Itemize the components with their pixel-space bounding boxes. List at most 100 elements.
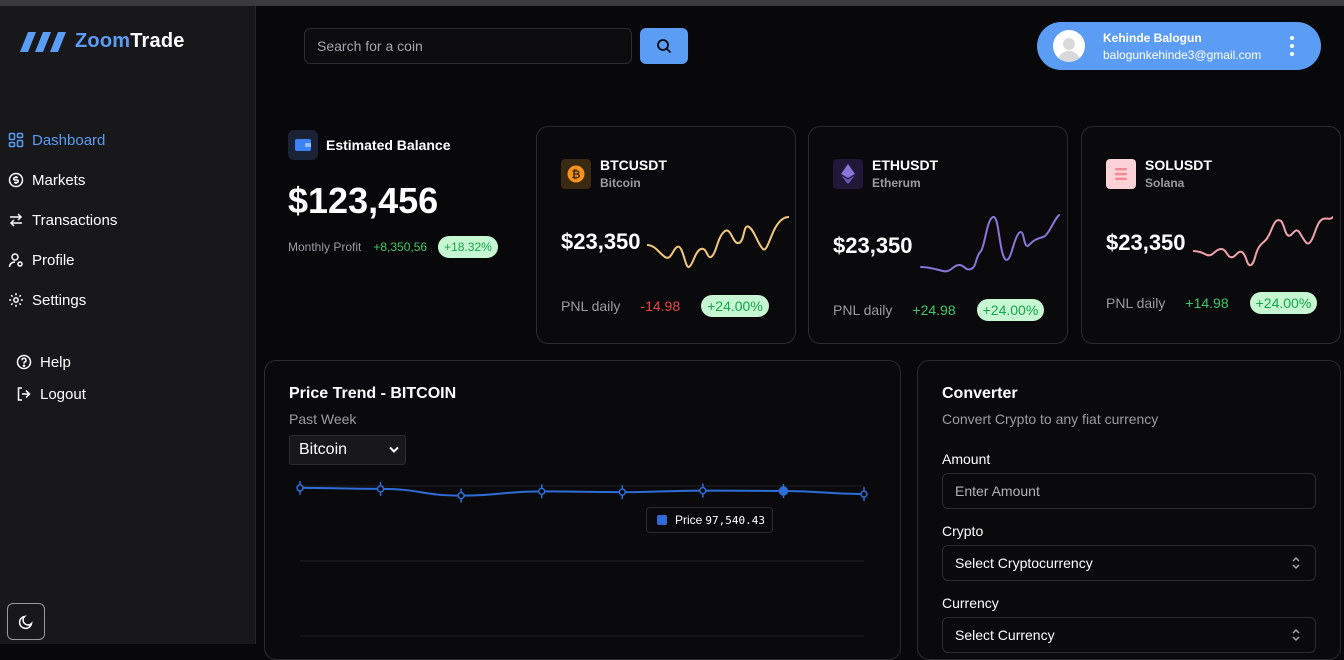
coin-price: $23,350 xyxy=(561,229,641,254)
more-options-icon[interactable] xyxy=(1283,36,1301,56)
main-nav: Dashboard Markets Transactions Profile S… xyxy=(0,120,255,320)
balance-amount: $123,456 xyxy=(288,180,439,221)
coin-card-btc[interactable]: ₿ BTCUSDT Bitcoin $23,350 PNL daily -14.… xyxy=(536,126,796,344)
help-icon xyxy=(16,354,32,370)
amount-field[interactable]: Enter Amount xyxy=(942,473,1316,509)
user-profile-chip[interactable]: Kehinde Balogun balogunkehinde3@gmail.co… xyxy=(1037,22,1321,70)
coin-card-sol[interactable]: SOLUSDT Solana $23,350 PNL daily +14.98 … xyxy=(1081,126,1341,344)
converter-title: Converter xyxy=(942,385,1018,402)
sidebar-item-label: Dashboard xyxy=(32,131,106,149)
ethereum-icon xyxy=(833,158,863,189)
coin-symbol: BTCUSDT xyxy=(600,157,667,173)
amount-placeholder: Enter Amount xyxy=(955,483,1040,499)
sidebar-item-label: Help xyxy=(40,353,71,371)
gear-icon xyxy=(9,293,23,307)
coin-name: Bitcoin xyxy=(600,176,641,190)
price-trend-subtitle: Past Week xyxy=(289,411,357,427)
bitcoin-icon: ₿ xyxy=(561,158,591,189)
pnl-value: +24.98 xyxy=(912,302,956,318)
solana-icon xyxy=(1106,158,1136,189)
btc-sparkline xyxy=(647,216,789,269)
pnl-badge: +24.00% xyxy=(701,295,769,317)
price-point[interactable] xyxy=(860,487,868,502)
sidebar-item-transactions[interactable]: Transactions xyxy=(0,200,255,240)
sidebar-item-label: Markets xyxy=(32,171,86,189)
pnl-label: PNL daily xyxy=(833,302,893,318)
user-email: balogunkehinde3@gmail.com xyxy=(1103,47,1262,62)
sidebar-item-logout[interactable]: Logout xyxy=(0,378,255,410)
currency-label: Currency xyxy=(942,595,999,611)
user-name: Kehinde Balogun xyxy=(1103,30,1202,45)
currency-select[interactable]: Select Currency xyxy=(942,617,1316,653)
search-button[interactable] xyxy=(640,28,688,64)
coin-name: Etherum xyxy=(872,176,921,190)
tooltip-swatch xyxy=(657,515,667,525)
sidebar-item-label: Logout xyxy=(40,385,86,403)
monthly-profit-label: Monthly Profit xyxy=(288,240,362,254)
sol-sparkline xyxy=(1193,216,1333,267)
crypto-select-value: Select Cryptocurrency xyxy=(955,555,1093,571)
brand-logo[interactable]: ZoomTrade xyxy=(20,30,185,53)
pnl-badge: +24.00% xyxy=(976,299,1045,321)
theme-toggle-button[interactable] xyxy=(7,603,45,640)
sidebar-item-help[interactable]: Help xyxy=(0,346,255,378)
secondary-nav: Help Logout xyxy=(0,346,255,410)
pnl-badge: +24.00% xyxy=(1249,292,1318,314)
user-icon xyxy=(8,253,23,268)
chevron-updown-icon xyxy=(1292,556,1300,570)
chevron-down-icon xyxy=(389,446,399,453)
monthly-profit-badge: +18.32% xyxy=(438,236,498,258)
pnl-label: PNL daily xyxy=(1106,295,1166,311)
logout-icon xyxy=(17,387,31,401)
sidebar-item-dashboard[interactable]: Dashboard xyxy=(0,120,255,160)
user-avatar-icon xyxy=(1058,38,1080,62)
price-trend-title: Price Trend - BITCOIN xyxy=(289,385,457,402)
logo-stripes-icon xyxy=(20,31,66,52)
sidebar-item-settings[interactable]: Settings xyxy=(0,280,255,320)
currency-select-value: Select Currency xyxy=(955,627,1055,643)
crypto-label: Crypto xyxy=(942,523,984,539)
dashboard-icon xyxy=(8,132,24,148)
converter-subtitle: Convert Crypto to any fiat currency xyxy=(942,411,1159,427)
crypto-select[interactable]: Select Cryptocurrency xyxy=(942,545,1316,581)
avatar xyxy=(1053,30,1085,62)
coin-name: Solana xyxy=(1145,176,1185,190)
coin-select-value: Bitcoin xyxy=(299,441,348,458)
dollar-circle-icon xyxy=(8,172,24,188)
coin-symbol: SOLUSDT xyxy=(1145,157,1212,173)
sidebar-item-label: Settings xyxy=(32,291,87,309)
brand-name: ZoomTrade xyxy=(75,30,185,52)
balance-summary: Estimated Balance $123,456 Monthly Profi… xyxy=(288,130,518,258)
price-point[interactable] xyxy=(296,480,304,495)
arrows-icon xyxy=(9,213,23,227)
pnl-value: -14.98 xyxy=(640,298,681,314)
coin-price: $23,350 xyxy=(833,233,913,258)
pnl-value: +14.98 xyxy=(1185,295,1229,311)
price-point[interactable] xyxy=(376,481,385,496)
coin-card-eth[interactable]: ETHUSDT Etherum $23,350 PNL daily +24.98… xyxy=(808,126,1068,344)
price-trend-chart[interactable] xyxy=(280,470,880,644)
balance-title: Estimated Balance xyxy=(326,137,451,153)
sidebar-item-label: Transactions xyxy=(32,211,118,229)
sidebar-item-profile[interactable]: Profile xyxy=(0,240,255,280)
coin-symbol: ETHUSDT xyxy=(872,157,939,173)
eth-sparkline xyxy=(920,214,1060,273)
amount-label: Amount xyxy=(942,451,991,467)
chart-tooltip: Price 97,540.43 xyxy=(646,507,773,533)
converter-panel: Converter Convert Crypto to any fiat cur… xyxy=(917,360,1341,660)
price-point[interactable] xyxy=(618,485,627,500)
search-input[interactable] xyxy=(304,28,632,64)
coin-price: $23,350 xyxy=(1106,230,1186,255)
chevron-updown-icon xyxy=(1292,628,1300,642)
pnl-label: PNL daily xyxy=(561,298,621,314)
tooltip-value: 97,540.43 xyxy=(705,513,765,527)
sidebar-item-label: Profile xyxy=(32,251,75,269)
coin-select[interactable]: Bitcoin xyxy=(289,435,406,465)
sidebar-item-markets[interactable]: Markets xyxy=(0,160,255,200)
tooltip-label: Price xyxy=(675,513,703,527)
moon-icon xyxy=(18,614,33,629)
svg-text:₿: ₿ xyxy=(572,168,581,181)
search-icon xyxy=(657,39,672,54)
wallet-icon xyxy=(288,130,318,160)
price-point[interactable] xyxy=(457,488,465,503)
